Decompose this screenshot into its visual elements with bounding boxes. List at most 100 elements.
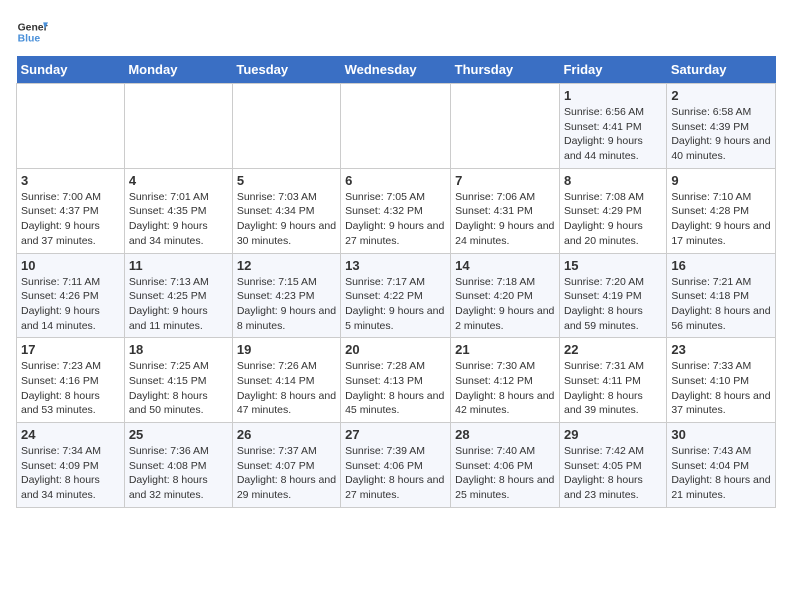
day-info: Sunrise: 7:26 AM Sunset: 4:14 PM Dayligh…: [237, 359, 336, 418]
day-number: 18: [129, 342, 228, 357]
calendar-cell: 3Sunrise: 7:00 AM Sunset: 4:37 PM Daylig…: [17, 168, 125, 253]
calendar-cell: 17 Sunrise: 7:23 AM Sunset: 4:16 PM Dayli…: [17, 338, 125, 423]
calendar-cell: 23 Sunrise: 7:33 AM Sunset: 4:10 PM Dayli…: [667, 338, 776, 423]
day-number: 19: [237, 342, 336, 357]
day-number: 30: [671, 427, 771, 442]
day-number: 20: [345, 342, 446, 357]
calendar-cell: 20 Sunrise: 7:28 AM Sunset: 4:13 PM Dayli…: [341, 338, 451, 423]
day-info: Sunrise: 7:37 AM Sunset: 4:07 PM Dayligh…: [237, 444, 336, 503]
day-info: Sunrise: 7:06 AM Sunset: 4:31 PM Dayligh…: [455, 190, 555, 249]
day-number: 15: [564, 258, 662, 273]
week-row-1: 1 Sunrise: 6:56 AM Sunset: 4:41 PM Daylig…: [17, 84, 776, 169]
day-info: Sunrise: 7:28 AM Sunset: 4:13 PM Dayligh…: [345, 359, 446, 418]
day-header-thursday: Thursday: [451, 56, 560, 84]
day-number: 4: [129, 173, 228, 188]
calendar-cell: 4 Sunrise: 7:01 AM Sunset: 4:35 PM Daylig…: [124, 168, 232, 253]
calendar-cell: 15 Sunrise: 7:20 AM Sunset: 4:19 PM Dayli…: [559, 253, 666, 338]
calendar-cell: 28Sunrise: 7:40 AM Sunset: 4:06 PM Dayli…: [451, 423, 560, 508]
day-info: Sunrise: 7:20 AM Sunset: 4:19 PM Dayligh…: [564, 275, 662, 334]
day-number: 12: [237, 258, 336, 273]
calendar-cell: 30Sunrise: 7:43 AM Sunset: 4:04 PM Dayli…: [667, 423, 776, 508]
calendar-cell: 9Sunrise: 7:10 AM Sunset: 4:28 PM Daylig…: [667, 168, 776, 253]
day-header-wednesday: Wednesday: [341, 56, 451, 84]
calendar-cell: [451, 84, 560, 169]
day-info: Sunrise: 7:13 AM Sunset: 4:25 PM Dayligh…: [129, 275, 228, 334]
calendar-cell: 5 Sunrise: 7:03 AM Sunset: 4:34 PM Daylig…: [232, 168, 340, 253]
week-row-3: 10 Sunrise: 7:11 AM Sunset: 4:26 PM Dayli…: [17, 253, 776, 338]
calendar-cell: 21 Sunrise: 7:30 AM Sunset: 4:12 PM Dayli…: [451, 338, 560, 423]
calendar-cell: 26 Sunrise: 7:37 AM Sunset: 4:07 PM Dayli…: [232, 423, 340, 508]
day-number: 17: [21, 342, 120, 357]
calendar-cell: [17, 84, 125, 169]
day-info: Sunrise: 7:03 AM Sunset: 4:34 PM Dayligh…: [237, 190, 336, 249]
calendar-cell: 18 Sunrise: 7:25 AM Sunset: 4:15 PM Dayli…: [124, 338, 232, 423]
calendar-cell: 1 Sunrise: 6:56 AM Sunset: 4:41 PM Daylig…: [559, 84, 666, 169]
day-number: 8: [564, 173, 662, 188]
day-number: 16: [671, 258, 771, 273]
day-number: 14: [455, 258, 555, 273]
day-number: 11: [129, 258, 228, 273]
day-number: 7: [455, 173, 555, 188]
day-info: Sunrise: 7:17 AM Sunset: 4:22 PM Dayligh…: [345, 275, 446, 334]
day-number: 1: [564, 88, 662, 103]
day-info: Sunrise: 7:34 AM Sunset: 4:09 PM Dayligh…: [21, 444, 120, 503]
calendar-cell: 27 Sunrise: 7:39 AM Sunset: 4:06 PM Dayli…: [341, 423, 451, 508]
calendar-cell: 22Sunrise: 7:31 AM Sunset: 4:11 PM Dayli…: [559, 338, 666, 423]
calendar-cell: 25 Sunrise: 7:36 AM Sunset: 4:08 PM Dayli…: [124, 423, 232, 508]
calendar-cell: 16Sunrise: 7:21 AM Sunset: 4:18 PM Dayli…: [667, 253, 776, 338]
day-info: Sunrise: 7:39 AM Sunset: 4:06 PM Dayligh…: [345, 444, 446, 503]
day-number: 25: [129, 427, 228, 442]
day-header-sunday: Sunday: [17, 56, 125, 84]
day-info: Sunrise: 7:11 AM Sunset: 4:26 PM Dayligh…: [21, 275, 120, 334]
day-info: Sunrise: 7:08 AM Sunset: 4:29 PM Dayligh…: [564, 190, 662, 249]
day-number: 2: [671, 88, 771, 103]
day-number: 27: [345, 427, 446, 442]
day-number: 29: [564, 427, 662, 442]
calendar-cell: 24Sunrise: 7:34 AM Sunset: 4:09 PM Dayli…: [17, 423, 125, 508]
day-info: Sunrise: 6:56 AM Sunset: 4:41 PM Dayligh…: [564, 105, 662, 164]
calendar-cell: 14 Sunrise: 7:18 AM Sunset: 4:20 PM Dayli…: [451, 253, 560, 338]
logo: General Blue: [16, 16, 48, 48]
day-info: Sunrise: 7:23 AM Sunset: 4:16 PM Dayligh…: [21, 359, 120, 418]
day-header-monday: Monday: [124, 56, 232, 84]
calendar-table: SundayMondayTuesdayWednesdayThursdayFrid…: [16, 56, 776, 508]
week-row-5: 24Sunrise: 7:34 AM Sunset: 4:09 PM Dayli…: [17, 423, 776, 508]
day-header-friday: Friday: [559, 56, 666, 84]
day-number: 3: [21, 173, 120, 188]
calendar-cell: 11 Sunrise: 7:13 AM Sunset: 4:25 PM Dayli…: [124, 253, 232, 338]
day-number: 13: [345, 258, 446, 273]
calendar-cell: 13 Sunrise: 7:17 AM Sunset: 4:22 PM Dayli…: [341, 253, 451, 338]
day-info: Sunrise: 7:01 AM Sunset: 4:35 PM Dayligh…: [129, 190, 228, 249]
day-number: 23: [671, 342, 771, 357]
day-info: Sunrise: 7:30 AM Sunset: 4:12 PM Dayligh…: [455, 359, 555, 418]
header-row: SundayMondayTuesdayWednesdayThursdayFrid…: [17, 56, 776, 84]
calendar-cell: 12 Sunrise: 7:15 AM Sunset: 4:23 PM Dayli…: [232, 253, 340, 338]
calendar-cell: 2 Sunrise: 6:58 AM Sunset: 4:39 PM Daylig…: [667, 84, 776, 169]
day-info: Sunrise: 7:05 AM Sunset: 4:32 PM Dayligh…: [345, 190, 446, 249]
calendar-cell: [232, 84, 340, 169]
day-number: 21: [455, 342, 555, 357]
calendar-cell: 8 Sunrise: 7:08 AM Sunset: 4:29 PM Daylig…: [559, 168, 666, 253]
day-info: Sunrise: 7:40 AM Sunset: 4:06 PM Dayligh…: [455, 444, 555, 503]
calendar-cell: 10 Sunrise: 7:11 AM Sunset: 4:26 PM Dayli…: [17, 253, 125, 338]
calendar-cell: [124, 84, 232, 169]
svg-text:Blue: Blue: [18, 34, 41, 45]
day-info: Sunrise: 7:15 AM Sunset: 4:23 PM Dayligh…: [237, 275, 336, 334]
calendar-cell: 29Sunrise: 7:42 AM Sunset: 4:05 PM Dayli…: [559, 423, 666, 508]
day-number: 26: [237, 427, 336, 442]
day-number: 10: [21, 258, 120, 273]
calendar-cell: [341, 84, 451, 169]
day-info: Sunrise: 6:58 AM Sunset: 4:39 PM Dayligh…: [671, 105, 771, 164]
week-row-2: 3Sunrise: 7:00 AM Sunset: 4:37 PM Daylig…: [17, 168, 776, 253]
day-number: 5: [237, 173, 336, 188]
day-info: Sunrise: 7:33 AM Sunset: 4:10 PM Dayligh…: [671, 359, 771, 418]
day-info: Sunrise: 7:10 AM Sunset: 4:28 PM Dayligh…: [671, 190, 771, 249]
day-info: Sunrise: 7:31 AM Sunset: 4:11 PM Dayligh…: [564, 359, 662, 418]
day-info: Sunrise: 7:36 AM Sunset: 4:08 PM Dayligh…: [129, 444, 228, 503]
day-header-saturday: Saturday: [667, 56, 776, 84]
calendar-cell: 19 Sunrise: 7:26 AM Sunset: 4:14 PM Dayli…: [232, 338, 340, 423]
logo-icon: General Blue: [16, 16, 48, 48]
calendar-cell: 7 Sunrise: 7:06 AM Sunset: 4:31 PM Daylig…: [451, 168, 560, 253]
day-info: Sunrise: 7:18 AM Sunset: 4:20 PM Dayligh…: [455, 275, 555, 334]
day-info: Sunrise: 7:25 AM Sunset: 4:15 PM Dayligh…: [129, 359, 228, 418]
